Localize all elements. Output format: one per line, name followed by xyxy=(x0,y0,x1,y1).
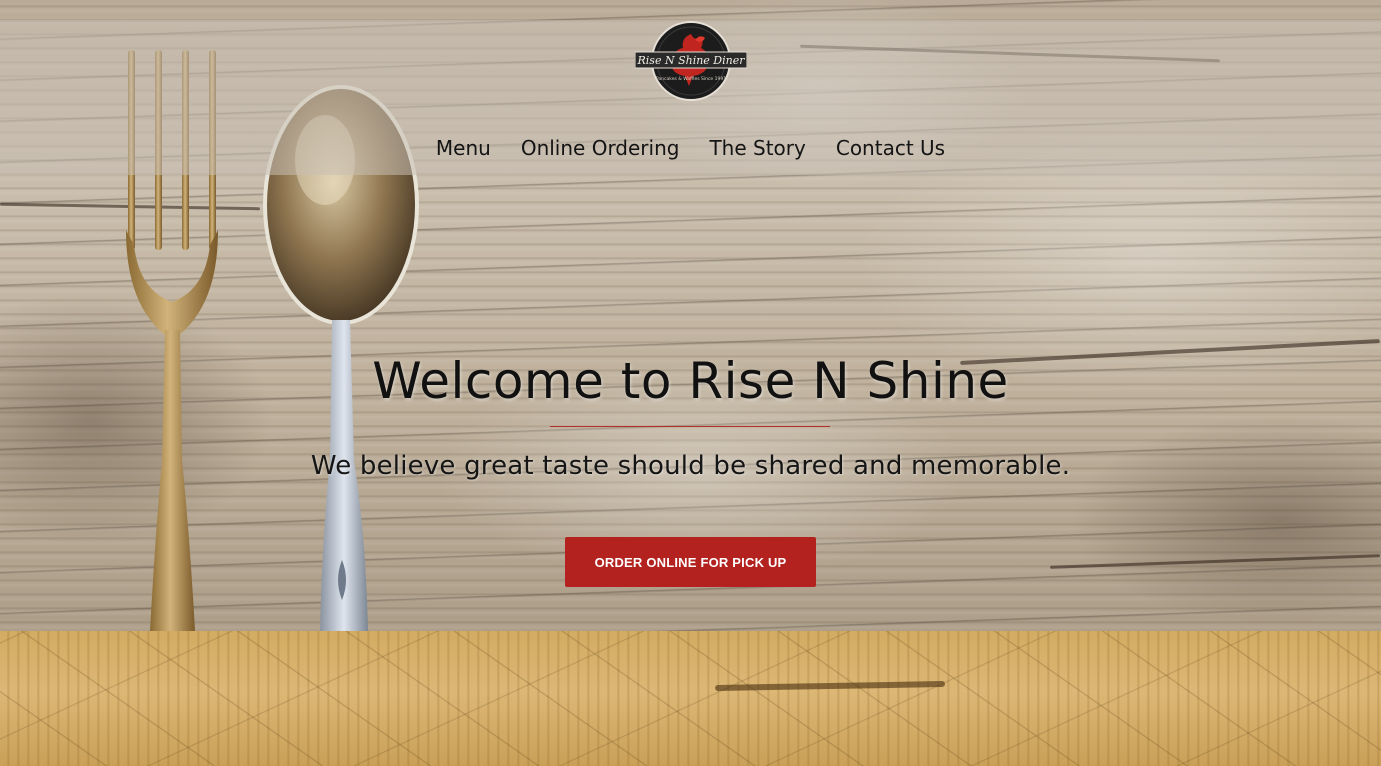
nav-item-contact-us[interactable]: Contact Us xyxy=(836,133,945,163)
hero-title: Welcome to Rise N Shine xyxy=(372,352,1009,410)
lower-wood-section xyxy=(0,631,1381,766)
wood-knot xyxy=(714,680,946,692)
hero-subtitle: We believe great taste should be shared … xyxy=(310,451,1071,481)
order-online-button[interactable]: ORDER ONLINE FOR PICK UP xyxy=(565,537,816,587)
site-logo[interactable]: Rise N Shine Diner Pancakes & Waffles Si… xyxy=(635,20,747,102)
nav-item-menu[interactable]: Menu xyxy=(436,133,491,163)
title-divider xyxy=(550,426,830,427)
logo-tagline: Pancakes & Waffles Since 1991 xyxy=(656,76,726,82)
main-nav: Menu Online Ordering The Story Contact U… xyxy=(0,133,1381,163)
logo-text: Rise N Shine Diner xyxy=(637,54,746,67)
wood-crack xyxy=(1050,554,1380,569)
nav-item-the-story[interactable]: The Story xyxy=(709,133,805,163)
rooster-logo-icon: Rise N Shine Diner Pancakes & Waffles Si… xyxy=(635,21,747,101)
nav-item-online-ordering[interactable]: Online Ordering xyxy=(521,133,680,163)
